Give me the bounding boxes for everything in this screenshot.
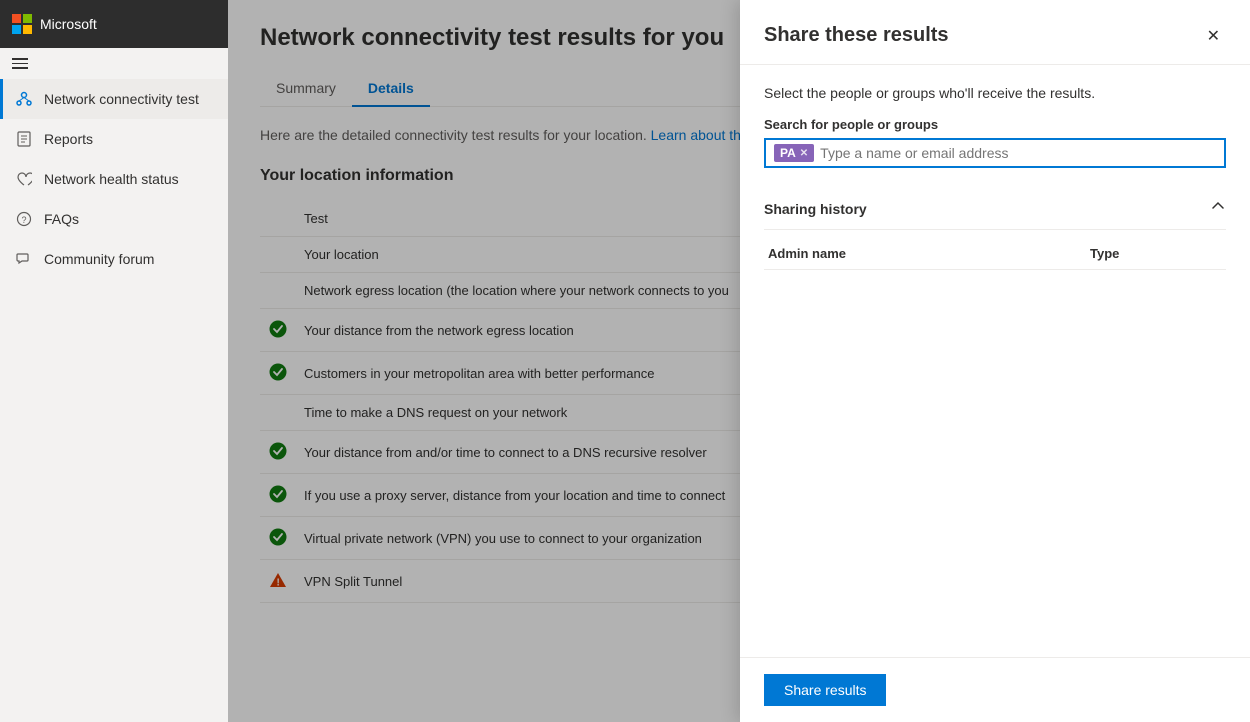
share-results-button[interactable]: Share results [764,674,886,706]
panel-subtitle: Select the people or groups who'll recei… [764,85,1226,101]
sidebar: Microsoft Network connectivity test Repo… [0,0,228,722]
sidebar-item-label: Reports [44,131,93,147]
panel-header: Share these results ✕ [740,0,1250,65]
faqs-icon: ? [14,209,34,229]
reports-icon [14,129,34,149]
forum-icon [14,249,34,269]
history-table: Admin name Type [764,238,1226,270]
sidebar-item-reports[interactable]: Reports [0,119,228,159]
svg-text:?: ? [22,215,27,225]
network-icon [14,89,34,109]
sidebar-header: Microsoft [0,0,228,48]
search-label: Search for people or groups [764,117,1226,132]
sidebar-item-label: Network connectivity test [44,91,199,107]
sidebar-item-faqs[interactable]: ? FAQs [0,199,228,239]
share-panel: Share these results ✕ Select the people … [740,0,1250,722]
sidebar-item-community-forum[interactable]: Community forum [0,239,228,279]
chevron-up-icon [1210,198,1226,219]
tag-close-button[interactable]: ✕ [800,148,808,159]
health-icon [14,169,34,189]
close-button[interactable]: ✕ [1201,24,1226,48]
menu-icon [12,58,28,69]
panel-body: Select the people or groups who'll recei… [740,65,1250,657]
hamburger-button[interactable] [0,48,228,79]
brand-label: Microsoft [40,16,97,32]
sidebar-item-label: Network health status [44,171,179,187]
search-field[interactable]: PA ✕ [764,138,1226,168]
sidebar-item-label: FAQs [44,211,79,227]
panel-footer: Share results [740,657,1250,722]
sidebar-item-label: Community forum [44,251,154,267]
col-type: Type [1086,238,1226,270]
sidebar-item-network-connectivity[interactable]: Network connectivity test [0,79,228,119]
sharing-history-title: Sharing history [764,201,867,217]
tag-initials: PA [780,146,796,160]
sidebar-item-network-health[interactable]: Network health status [0,159,228,199]
microsoft-logo [12,14,32,34]
col-admin-name: Admin name [764,238,1086,270]
panel-title: Share these results [764,24,949,47]
search-input[interactable] [820,145,1216,161]
selected-tag: PA ✕ [774,144,814,162]
sharing-history-toggle[interactable]: Sharing history [764,188,1226,230]
